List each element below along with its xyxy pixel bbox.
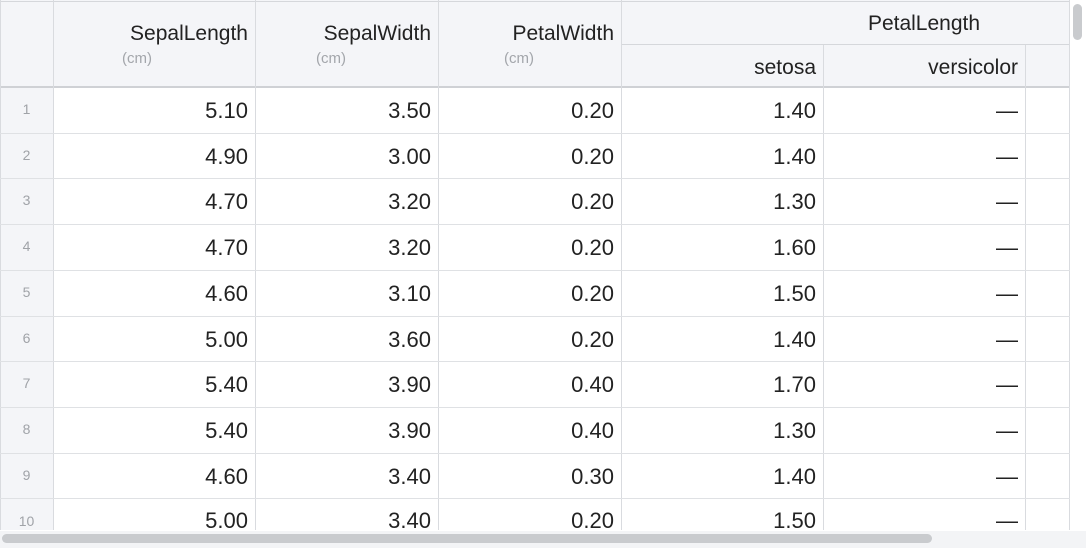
header-top-border [0, 1, 1070, 2]
row-index: 7 [22, 375, 31, 391]
cell-versicolor[interactable]: — [826, 281, 1018, 307]
data-table: SepalLength (cm) SepalWidth (cm) PetalWi… [0, 0, 1086, 548]
unit-sepal-width: (cm) [316, 50, 346, 67]
cell-sepal-length[interactable]: 5.00 [55, 508, 248, 530]
row-index: 10 [18, 513, 35, 529]
cell-sepal-width[interactable]: 3.90 [257, 372, 431, 398]
cell-setosa[interactable]: 1.60 [624, 235, 816, 261]
cell-sepal-length[interactable]: 5.40 [55, 372, 248, 398]
header-versicolor[interactable]: versicolor [826, 56, 1018, 80]
cell-sepal-width[interactable]: 3.40 [257, 508, 431, 530]
cell-petal-width[interactable]: 0.20 [440, 508, 614, 530]
row-index: 2 [22, 147, 31, 163]
cell-petal-width[interactable]: 0.20 [440, 189, 614, 215]
row-index: 8 [22, 421, 31, 437]
cell-setosa[interactable]: 1.30 [624, 418, 816, 444]
horizontal-scrollbar-thumb[interactable] [2, 534, 932, 543]
cell-petal-width[interactable]: 0.20 [440, 98, 614, 124]
cell-setosa[interactable]: 1.40 [624, 464, 816, 490]
cell-setosa[interactable]: 1.30 [624, 189, 816, 215]
cell-sepal-length[interactable]: 4.90 [55, 144, 248, 170]
cell-petal-width[interactable]: 0.20 [440, 327, 614, 353]
cell-sepal-length[interactable]: 4.70 [55, 189, 248, 215]
cell-sepal-width[interactable]: 3.50 [257, 98, 431, 124]
cell-sepal-width[interactable]: 3.60 [257, 327, 431, 353]
header-sepal-width[interactable]: SepalWidth [257, 22, 431, 46]
header-setosa[interactable]: setosa [624, 56, 816, 80]
cell-sepal-width[interactable]: 3.00 [257, 144, 431, 170]
cell-sepal-length[interactable]: 5.40 [55, 418, 248, 444]
cell-versicolor[interactable]: — [826, 508, 1018, 530]
cell-petal-width[interactable]: 0.30 [440, 464, 614, 490]
cell-setosa[interactable]: 1.40 [624, 98, 816, 124]
cell-setosa[interactable]: 1.40 [624, 327, 816, 353]
cell-versicolor[interactable]: — [826, 144, 1018, 170]
header-petal-length-group[interactable]: PetalLength [622, 12, 1086, 36]
unit-sepal-length: (cm) [122, 50, 152, 67]
cell-setosa[interactable]: 1.40 [624, 144, 816, 170]
row-index: 9 [22, 467, 31, 483]
header-sepal-length[interactable]: SepalLength [55, 22, 248, 46]
row-index: 3 [22, 192, 31, 208]
table-row[interactable]: 6 5.00 3.60 0.20 1.40 — [0, 317, 1070, 362]
cell-sepal-length[interactable]: 4.70 [55, 235, 248, 261]
cell-sepal-length[interactable]: 5.00 [55, 327, 248, 353]
cell-versicolor[interactable]: — [826, 418, 1018, 444]
row-index: 6 [22, 330, 31, 346]
cell-sepal-length[interactable]: 4.60 [55, 464, 248, 490]
cell-sepal-width[interactable]: 3.20 [257, 235, 431, 261]
table-row[interactable]: 1 5.10 3.50 0.20 1.40 — [0, 88, 1070, 133]
cell-sepal-width[interactable]: 3.40 [257, 464, 431, 490]
cell-petal-width[interactable]: 0.20 [440, 235, 614, 261]
row-index: 4 [22, 238, 31, 254]
cell-petal-width[interactable]: 0.20 [440, 144, 614, 170]
table-row[interactable]: 7 5.40 3.90 0.40 1.70 — [0, 362, 1070, 407]
cell-setosa[interactable]: 1.50 [624, 281, 816, 307]
cell-petal-width[interactable]: 0.40 [440, 418, 614, 444]
cell-petal-width[interactable]: 0.40 [440, 372, 614, 398]
vertical-scrollbar-thumb[interactable] [1073, 4, 1082, 40]
cell-versicolor[interactable]: — [826, 98, 1018, 124]
table-row[interactable]: 2 4.90 3.00 0.20 1.40 — [0, 134, 1070, 179]
cell-versicolor[interactable]: — [826, 235, 1018, 261]
table-row[interactable]: 4 4.70 3.20 0.20 1.60 — [0, 225, 1070, 270]
cell-versicolor[interactable]: — [826, 372, 1018, 398]
cell-petal-width[interactable]: 0.20 [440, 281, 614, 307]
row-index: 1 [22, 101, 31, 117]
cell-sepal-width[interactable]: 3.20 [257, 189, 431, 215]
table-row[interactable]: 10 5.00 3.40 0.20 1.50 — [0, 499, 1070, 530]
cell-setosa[interactable]: 1.70 [624, 372, 816, 398]
cell-sepal-length[interactable]: 4.60 [55, 281, 248, 307]
table-row[interactable]: 9 4.60 3.40 0.30 1.40 — [0, 454, 1070, 499]
cell-setosa[interactable]: 1.50 [624, 508, 816, 530]
group-header-divider [622, 44, 1070, 45]
cell-versicolor[interactable]: — [826, 464, 1018, 490]
cell-sepal-length[interactable]: 5.10 [55, 98, 248, 124]
row-index: 5 [22, 284, 31, 300]
unit-petal-width: (cm) [504, 50, 534, 67]
table-row[interactable]: 8 5.40 3.90 0.40 1.30 — [0, 408, 1070, 453]
cell-sepal-width[interactable]: 3.90 [257, 418, 431, 444]
table-row[interactable]: 5 4.60 3.10 0.20 1.50 — [0, 271, 1070, 316]
table-row[interactable]: 3 4.70 3.20 0.20 1.30 — [0, 179, 1070, 224]
cell-sepal-width[interactable]: 3.10 [257, 281, 431, 307]
cell-versicolor[interactable]: — [826, 327, 1018, 353]
header-petal-width[interactable]: PetalWidth [440, 22, 614, 46]
cell-versicolor[interactable]: — [826, 189, 1018, 215]
